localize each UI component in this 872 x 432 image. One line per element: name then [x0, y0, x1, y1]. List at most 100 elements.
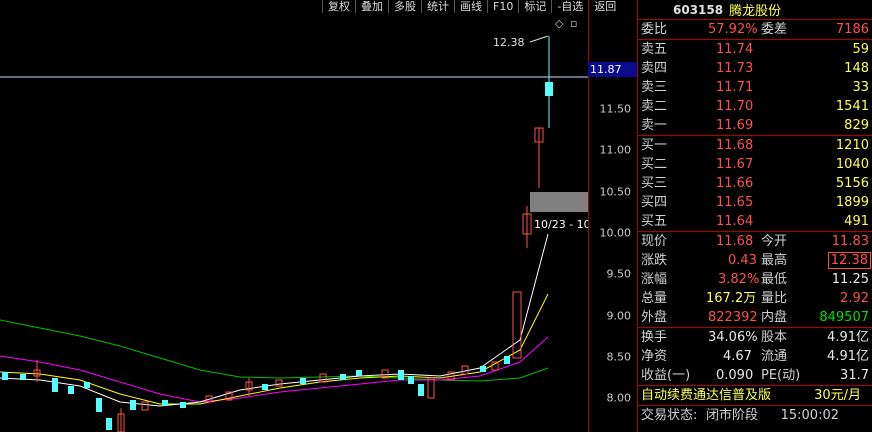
ma20-line: [0, 336, 549, 403]
inner-volume-label: 内盘: [761, 310, 788, 325]
candle: [275, 379, 283, 387]
toolbar-fuquan-button[interactable]: 复权: [322, 0, 355, 13]
ask-row[interactable]: 卖四 11.73 148: [638, 59, 872, 78]
eps-label: 收益(一): [641, 368, 691, 383]
bid-row[interactable]: 买二 11.67 1040: [638, 155, 872, 174]
candle: [545, 82, 553, 96]
candles: [2, 36, 553, 432]
bid-label: 买四: [641, 195, 668, 210]
stock-header[interactable]: 603158 腾龙股份: [638, 0, 872, 20]
volume-ratio-value: 2.92: [840, 291, 869, 306]
candle: [162, 400, 168, 406]
bid-row[interactable]: 买一 11.68 1210: [638, 136, 872, 155]
quote-row: 涨跌 0.43 最高 12.38: [638, 251, 872, 270]
candle: [356, 370, 362, 376]
pe-label: PE(动): [761, 368, 801, 383]
bid-volume: 5156: [835, 176, 869, 191]
candle: [20, 374, 26, 380]
axis-tick: 10.00: [599, 226, 632, 240]
toolbar-mark-button[interactable]: 标记: [518, 0, 551, 13]
candle: [408, 376, 414, 384]
date-highlight-box: [530, 192, 588, 212]
stats-row: 收益(一) 0.090 PE(动) 31.7: [638, 366, 872, 385]
ask-volume: 1541: [835, 99, 869, 114]
weibi-value: 57.92%: [708, 22, 758, 37]
ask-row[interactable]: 卖三 11.71 33: [638, 78, 872, 97]
ask-row[interactable]: 卖一 11.69 829: [638, 116, 872, 135]
last-price-value: 11.68: [716, 234, 754, 249]
candle: [96, 398, 102, 412]
axis-tick: 11.00: [599, 143, 632, 157]
high-value: 12.38: [827, 252, 871, 269]
bid-row[interactable]: 买三 11.66 5156: [638, 174, 872, 193]
weibi-row: 委比 57.92% 委差 7186: [638, 20, 872, 39]
bid-price: 11.67: [716, 157, 754, 172]
ma60-line: [0, 319, 549, 382]
bid-volume: 491: [844, 214, 869, 229]
outer-volume-label: 外盘: [641, 310, 668, 325]
candle: [52, 378, 58, 392]
float-shares-label: 流通: [761, 349, 788, 364]
bid-price: 11.68: [716, 138, 754, 153]
candle: [512, 291, 522, 359]
toolbar-stats-button[interactable]: 统计: [421, 0, 454, 13]
banner-row[interactable]: 自动续费通达信普及版 30元/月: [638, 386, 872, 405]
candle: [130, 400, 136, 410]
stock-name: 腾龙股份: [729, 4, 782, 19]
eps-value: 0.090: [716, 368, 754, 383]
ask-volume: 148: [844, 61, 869, 76]
toolbar-draw-button[interactable]: 画线: [454, 0, 487, 13]
toolbar-overlay-button[interactable]: 叠加: [355, 0, 388, 13]
weicha-value: 7186: [835, 22, 869, 37]
volume-value: 167.2万: [706, 291, 757, 306]
pe-value: 31.7: [840, 368, 869, 383]
candle: [84, 382, 90, 388]
bid-row[interactable]: 买四 11.65 1899: [638, 193, 872, 212]
status-phase: 闭市阶段: [706, 408, 759, 423]
bid-label: 买五: [641, 214, 668, 229]
quote-row: 涨幅 3.82% 最低 11.25: [638, 270, 872, 289]
ask-price: 11.74: [716, 42, 754, 57]
ask-price: 11.69: [716, 118, 754, 133]
change-label: 涨跌: [641, 253, 668, 268]
open-value: 11.83: [831, 234, 869, 249]
bid-price: 11.65: [716, 195, 754, 210]
high-label: 最高: [761, 253, 788, 268]
promo-banner[interactable]: 自动续费通达信普及版 30元/月: [638, 385, 872, 405]
volume-label: 总量: [641, 291, 668, 306]
candle: [141, 401, 149, 411]
bid-row[interactable]: 买五 11.64 491: [638, 212, 872, 231]
ask-label: 卖三: [641, 80, 668, 95]
bid-volume: 1899: [835, 195, 869, 210]
axis-tick: 8.00: [606, 391, 632, 405]
stock-stats: 换手 34.06% 股本 4.91亿 净资 4.67 流通 4.91亿 收益(一…: [638, 327, 872, 385]
weicha-label: 委差: [761, 22, 788, 37]
diamond-icon[interactable]: ◇: [555, 17, 564, 30]
date-label: 10/23 - 10: [534, 218, 588, 231]
change-value: 0.43: [728, 253, 757, 268]
candle: [427, 377, 435, 399]
axis-tick: 10.50: [599, 185, 632, 199]
window-icon[interactable]: ▫: [570, 17, 577, 30]
banner-text: 自动续费通达信普及版: [641, 388, 772, 403]
ask-volume: 829: [844, 118, 869, 133]
candle: [418, 384, 424, 396]
trade-status: 交易状态: 闭市阶段 15:00:02: [638, 405, 872, 425]
ask-label: 卖五: [641, 42, 668, 57]
candle: [480, 366, 486, 372]
ask-row[interactable]: 卖五 11.74 59: [638, 40, 872, 59]
toolbar-f10-button[interactable]: F10: [487, 0, 518, 13]
kline-chart[interactable]: 12.38 ◇ ▫ 10/23 - 10 复权 叠加 多股 统计 画线 F10 …: [0, 0, 616, 432]
change-pct-value: 3.82%: [718, 272, 760, 287]
bid-volume: 1210: [835, 138, 869, 153]
bid-volume: 1040: [835, 157, 869, 172]
stats-row: 换手 34.06% 股本 4.91亿: [638, 328, 872, 347]
ask-row[interactable]: 卖二 11.70 1541: [638, 97, 872, 116]
quote-summary: 现价 11.68 今开 11.83 涨跌 0.43 最高 12.38 涨幅 3.…: [638, 231, 872, 327]
ask-label: 卖二: [641, 99, 668, 114]
toolbar-multi-stock-button[interactable]: 多股: [388, 0, 421, 13]
share-capital-label: 股本: [761, 330, 788, 345]
net-asset-value: 4.67: [723, 349, 752, 364]
toolbar-remove-fav-button[interactable]: -自选: [551, 0, 588, 13]
axis-tick: 9.50: [606, 267, 632, 281]
